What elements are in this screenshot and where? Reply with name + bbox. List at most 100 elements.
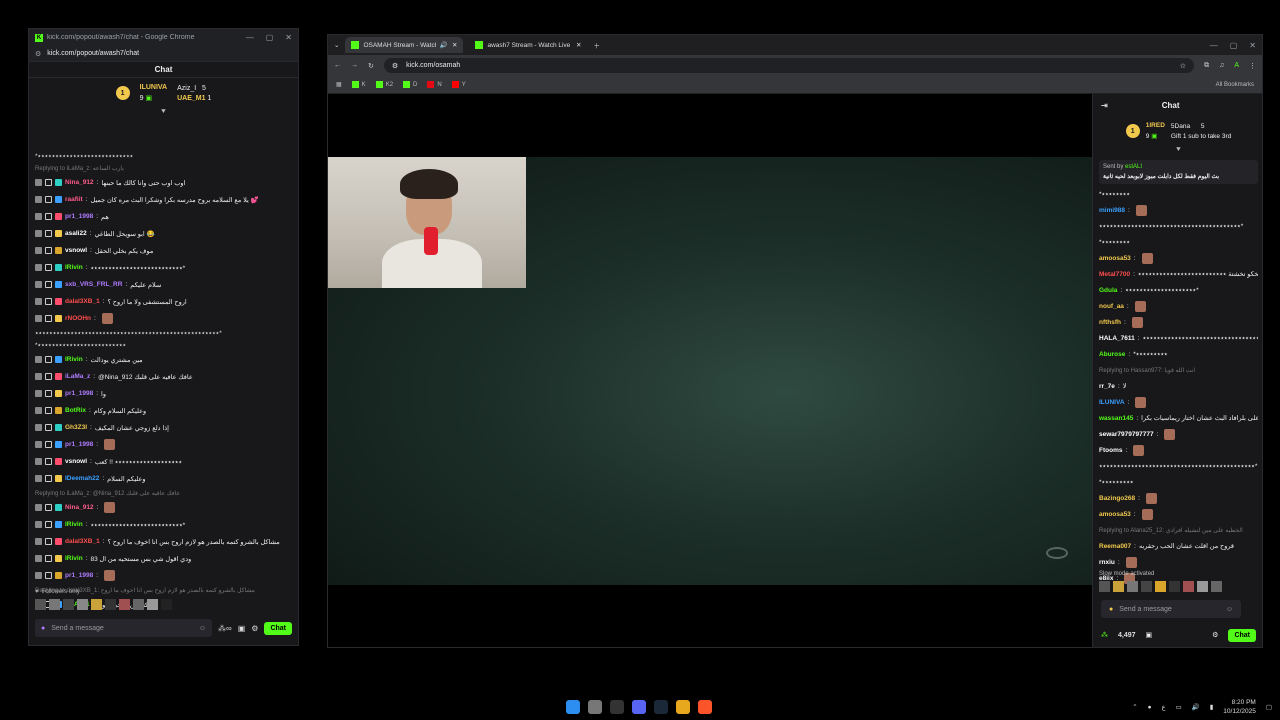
timeout-icon[interactable] [45, 247, 52, 254]
chat-username[interactable]: sxb_VRS_FRL_RR [65, 281, 122, 288]
chat-message[interactable]: IDeemah22: وعليكم السلام [35, 470, 292, 487]
settings-icon[interactable]: ⚙ [251, 624, 258, 633]
emote[interactable] [1197, 581, 1208, 592]
leader-name[interactable]: 1lRED [1146, 122, 1165, 129]
clock[interactable]: 8:20 PM 10/12/2025 [1223, 698, 1256, 716]
chat-username[interactable]: dalal3XB_1 [65, 298, 100, 305]
bookmark-item[interactable]: D [403, 81, 417, 88]
tab-close-icon[interactable]: ✕ [576, 41, 581, 49]
chat-message[interactable]: mimi988: [1099, 202, 1258, 218]
address-bar[interactable]: ⚙ kick.com/osamah ☆ [383, 58, 1195, 73]
emote[interactable] [63, 598, 74, 610]
chat-username[interactable]: Nina_912 [65, 504, 94, 511]
send-chat-button[interactable]: Chat [264, 621, 292, 635]
chat-username[interactable]: Metal7700 [1099, 271, 1130, 278]
bookmark-star-icon[interactable]: ☆ [1180, 62, 1186, 70]
chat-message[interactable]: *٭٭٭٭٭٭٭٭٭ [1099, 474, 1258, 490]
pinned-message[interactable]: Sent by estALI بث اليوم فقط لكل دابلت مب… [1099, 160, 1258, 184]
timeout-icon[interactable] [45, 281, 52, 288]
leader-name[interactable]: Aziz_I [177, 85, 196, 92]
chat-username[interactable]: HALA_7611 [1099, 335, 1135, 342]
chat-message[interactable]: rNOOHn: [35, 310, 292, 327]
timeout-icon[interactable] [45, 572, 52, 579]
terminal-icon[interactable] [610, 700, 624, 714]
chat-message[interactable]: Replying to Hassan977: انت الله قويا [1099, 362, 1258, 378]
profile-icon[interactable]: A [1234, 62, 1239, 69]
chat-message[interactable]: Reema007: قروح من اقلت عشان الحب رحقربه [1099, 538, 1258, 554]
chat-username[interactable]: BotRix [65, 407, 86, 414]
volume-icon[interactable]: 🔊 [1192, 703, 1200, 711]
steam-icon[interactable] [654, 700, 668, 714]
chat-username[interactable]: vsnowl [65, 458, 87, 465]
emote[interactable] [161, 598, 172, 610]
leader-name[interactable]: UAE_M1 [177, 95, 205, 102]
emote[interactable] [119, 598, 130, 610]
chat-username[interactable]: nouf_aa [1099, 303, 1124, 310]
chat-message[interactable]: pr1_1998: وا [35, 385, 292, 402]
reload-icon[interactable]: ↻ [368, 62, 374, 70]
emote[interactable] [1113, 581, 1124, 592]
audio-icon[interactable]: 🔊 [440, 41, 448, 49]
tab-awash7[interactable]: awash7 Stream - Watch Live on Kick ✕ [469, 37, 587, 53]
language-indicator[interactable]: ع [1162, 703, 1166, 711]
collapse-chat-icon[interactable]: ⇥ [1101, 101, 1108, 110]
maximize-icon[interactable]: ▢ [1230, 41, 1238, 50]
chat-message[interactable]: sewar7979797777: [1099, 426, 1258, 442]
popout-titlebar[interactable]: K kick.com/popout/awash7/chat - Google C… [29, 29, 298, 46]
minimize-icon[interactable]: — [1210, 41, 1218, 50]
chat-username[interactable]: Reema007 [1099, 543, 1131, 550]
chat-message[interactable]: ٭٭٭٭٭٭٭٭٭٭٭٭٭٭٭٭٭٭٭٭٭٭٭٭٭٭٭٭٭٭٭٭٭٭٭٭٭٭٭٭… [1099, 218, 1258, 234]
chat-username[interactable]: Bazingo268 [1099, 495, 1135, 502]
emote[interactable] [49, 598, 60, 610]
stream-player[interactable] [328, 94, 1092, 647]
emote[interactable] [1099, 581, 1110, 592]
emote[interactable] [147, 598, 158, 610]
apps-icon[interactable]: ▦ [336, 81, 342, 88]
chat-message[interactable]: asali22: ابو سويحل الطاغي 😂 [35, 225, 292, 242]
chrome-icon[interactable] [676, 700, 690, 714]
timeout-icon[interactable] [45, 356, 52, 363]
timeout-icon[interactable] [45, 230, 52, 237]
points-icon[interactable]: ⁂∞ [218, 624, 232, 633]
timeout-icon[interactable] [45, 504, 52, 511]
chat-message[interactable]: Replying to Alana25_12: الخطيه على مين ل… [1099, 522, 1258, 538]
chat-message[interactable]: raafiit: يلا مع السلامه بروح مدرسه بكرا و… [35, 191, 292, 208]
tray-mic-icon[interactable]: ● [1148, 704, 1152, 711]
chat-message[interactable]: Aburose: *٭٭٭٭٭٭٭٭٭ [1099, 346, 1258, 362]
chat-message[interactable]: rr_7e: لا [1099, 378, 1258, 394]
chat-username[interactable]: pr1_1998 [65, 572, 93, 579]
chat-username[interactable]: mimi988 [1099, 207, 1125, 214]
chat-username[interactable]: amoosa53 [1099, 511, 1131, 518]
timeout-icon[interactable] [45, 424, 52, 431]
emoji-icon[interactable]: ☺ [1226, 606, 1233, 613]
start-icon[interactable] [566, 700, 580, 714]
chat-username[interactable]: Gh3Z3I [65, 424, 87, 431]
back-icon[interactable]: ← [334, 62, 341, 69]
chat-username[interactable]: nfthsfh [1099, 319, 1121, 326]
chat-message[interactable]: rnxiu: [1099, 554, 1258, 570]
timeout-icon[interactable] [45, 264, 52, 271]
gift-box-icon[interactable]: ▣ [238, 624, 246, 633]
chat-message[interactable]: Bazingo268: [1099, 490, 1258, 506]
chat-message[interactable]: sxb_VRS_FRL_RR: سلام عليكم [35, 276, 292, 293]
chat-username[interactable]: asali22 [65, 230, 87, 237]
points-icon[interactable]: ⁂ [1101, 631, 1108, 639]
emote[interactable] [1211, 581, 1222, 592]
close-icon[interactable]: ✕ [1249, 41, 1256, 50]
chat-username[interactable]: raafiit [65, 196, 83, 203]
chat-message[interactable]: IRivin: ودي اقول شي بس مستحيه من ال 83 [35, 550, 292, 567]
emote[interactable] [91, 598, 102, 610]
chat-username[interactable]: rr_7e [1099, 383, 1115, 390]
chat-username[interactable]: amoosa53 [1099, 255, 1131, 262]
chat-message[interactable]: Gdula: ٭٭٭٭٭٭٭٭٭٭٭٭٭٭٭٭٭٭٭٭* [1099, 282, 1258, 298]
bookmark-item[interactable]: N [427, 81, 442, 88]
chat-username[interactable]: rnxiu [1099, 559, 1115, 566]
chat-username[interactable]: iLaMa_z [65, 373, 90, 380]
expand-pinned-icon[interactable]: ⯆ [29, 108, 298, 116]
chat-username[interactable]: vsnowl [65, 247, 87, 254]
pinned-user[interactable]: estALI [1125, 164, 1142, 170]
emote[interactable] [35, 598, 46, 610]
chat-username[interactable]: sewar7979797777 [1099, 431, 1154, 438]
chat-username[interactable]: Gdula [1099, 287, 1117, 294]
chat-username[interactable]: IRivin [65, 555, 83, 562]
